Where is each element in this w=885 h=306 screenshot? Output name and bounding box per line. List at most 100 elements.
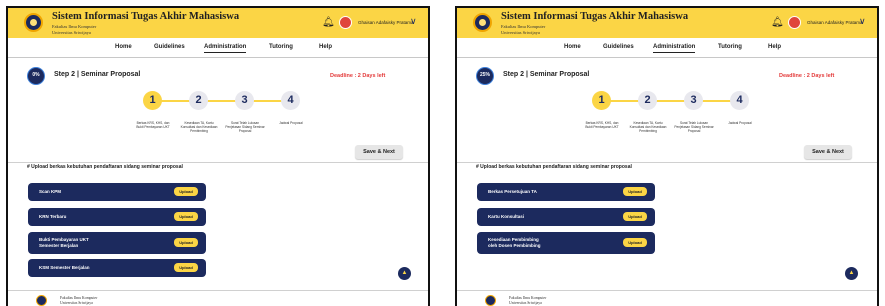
document-name: Kartu Konsultasi	[488, 214, 525, 219]
chevron-down-icon[interactable]: ∨	[410, 17, 417, 26]
step-3[interactable]: 3	[235, 91, 254, 110]
scroll-top-icon[interactable]: ▲	[845, 267, 858, 280]
document-name-line2: Semester Berjalan	[39, 242, 79, 248]
step-4-label: Jadwal Proposal	[728, 121, 752, 125]
app-title: Sistem Informasi Tugas Akhir Mahasiswa	[52, 11, 240, 22]
chevron-down-icon[interactable]: ∨	[859, 17, 866, 26]
footer-text: Fakultas Ilmu Komputer Universitas Sriwi…	[509, 296, 546, 305]
nav-administration[interactable]: Administration	[204, 42, 247, 53]
document-name: Bukti Pembayaran UKT Semester Berjalan	[39, 237, 89, 248]
upload-section-title: # Upload berkas kebutuhan pendaftaran si…	[27, 164, 183, 170]
bell-icon[interactable]: 🔔︎	[322, 18, 335, 28]
footer-logo-icon	[36, 295, 47, 306]
footer-divider	[457, 290, 877, 291]
step-3[interactable]: 3	[684, 91, 703, 110]
step-2-label: Kesediaan TA, Kartu Konsultasi dan Kesed…	[629, 121, 667, 133]
nav-tutoring[interactable]: Tutoring	[718, 42, 742, 52]
deadline-text: Deadline : 2 Days left	[779, 73, 835, 79]
nav-home[interactable]: Home	[564, 42, 581, 52]
app-subtitle: Fakultas Ilmu Komputer Universitas Sriwi…	[501, 24, 545, 35]
save-next-button[interactable]: Save & Next	[355, 145, 403, 159]
upload-button[interactable]: Upload	[623, 212, 647, 221]
step-4[interactable]: 4	[730, 91, 749, 110]
step-title: Step 2 | Seminar Proposal	[503, 71, 590, 78]
step-2[interactable]: 2	[638, 91, 657, 110]
avatar[interactable]	[339, 16, 352, 29]
step-1-label: Berkas KRS, KHS, dan Bukti Pembayaran UK…	[585, 121, 619, 129]
document-card: KSM Semester Berjalan Upload	[28, 259, 206, 277]
footer-line1: Fakultas Ilmu Komputer	[509, 296, 547, 300]
nav-tutoring[interactable]: Tutoring	[269, 42, 293, 52]
footer-divider	[8, 290, 428, 291]
upload-button[interactable]: Upload	[623, 238, 647, 247]
document-card: Kesediaan Pembimbing oleh Dosen Pembimbi…	[477, 232, 655, 254]
document-name: KSM Semester Berjalan	[39, 265, 90, 270]
scroll-top-icon[interactable]: ▲	[398, 267, 411, 280]
step-3-label: Surat Telah Lulusan Penjelasan Sidang Se…	[674, 121, 714, 133]
section-divider	[8, 162, 428, 163]
document-name: Kesediaan Pembimbing oleh Dosen Pembimbi…	[488, 237, 541, 248]
screenshot-canvas: Sistem Informasi Tugas Akhir Mahasiswa F…	[0, 0, 885, 306]
app-subtitle-line1: Fakultas Ilmu Komputer	[501, 24, 546, 29]
app-subtitle-line2: Universitas Sriwijaya	[52, 29, 91, 35]
bell-icon[interactable]: 🔔︎	[771, 18, 784, 28]
step-2[interactable]: 2	[189, 91, 208, 110]
progress-indicator: 0%	[27, 67, 45, 85]
nav-divider	[8, 57, 428, 58]
document-card: Scan KPM Upload	[28, 183, 206, 201]
logo-icon[interactable]	[24, 13, 43, 32]
footer-text: Fakultas Ilmu Komputer Universitas Sriwi…	[60, 296, 97, 305]
header-bar: Sistem Informasi Tugas Akhir Mahasiswa F…	[457, 8, 877, 38]
document-card: KRN Terbaru Upload	[28, 208, 206, 226]
upload-button[interactable]: Upload	[174, 263, 198, 272]
nav-administration[interactable]: Administration	[653, 42, 696, 53]
username[interactable]: Ghaisan Adafaisky Pratama	[358, 20, 414, 25]
upload-button[interactable]: Upload	[174, 187, 198, 196]
header-bar: Sistem Informasi Tugas Akhir Mahasiswa F…	[8, 8, 428, 38]
step-3-label: Surat Telah Lulusan Penjelasan Sidang Se…	[225, 121, 265, 133]
main-nav: Home Guidelines Administration Tutoring …	[8, 42, 428, 54]
save-next-button[interactable]: Save & Next	[804, 145, 852, 159]
step-1[interactable]: 1	[143, 91, 162, 110]
footer-logo-icon	[485, 295, 496, 306]
deadline-text: Deadline : 2 Days left	[330, 73, 386, 79]
document-name: Scan KPM	[39, 189, 62, 194]
document-name: Berkas Persetujuan TA	[488, 189, 537, 194]
app-subtitle-line2: Universitas Sriwijaya	[501, 29, 540, 35]
nav-help[interactable]: Help	[768, 42, 781, 52]
stepper-line	[153, 100, 291, 102]
upload-section-title: # Upload berkas kebutuhan pendaftaran si…	[476, 164, 632, 170]
footer-line2: Universitas Sriwijaya	[60, 300, 93, 305]
logo-icon[interactable]	[473, 13, 492, 32]
document-name: KRN Terbaru	[39, 214, 67, 219]
document-name-line1: Bukti Pembayaran UKT	[39, 237, 89, 242]
progress-indicator: 25%	[476, 67, 494, 85]
app-title: Sistem Informasi Tugas Akhir Mahasiswa	[501, 11, 689, 22]
step-1-label: Berkas KRS, KHS, dan Bukti Pembayaran UK…	[136, 121, 170, 129]
panel-step2-0: Sistem Informasi Tugas Akhir Mahasiswa F…	[6, 6, 430, 306]
upload-button[interactable]: Upload	[174, 212, 198, 221]
document-card: Berkas Persetujuan TA Upload	[477, 183, 655, 201]
upload-button[interactable]: Upload	[623, 187, 647, 196]
footer-line2: Universitas Sriwijaya	[509, 300, 542, 305]
step-4[interactable]: 4	[281, 91, 300, 110]
username[interactable]: Ghaisan Adafaisky Pratama	[807, 20, 863, 25]
step-2-label: Kesediaan TA, Kartu Konsultasi dan Kesed…	[180, 121, 218, 133]
step-1[interactable]: 1	[592, 91, 611, 110]
stepper-line	[602, 100, 740, 102]
section-divider	[457, 162, 877, 163]
step-4-label: Jadwal Proposal	[279, 121, 303, 125]
nav-home[interactable]: Home	[115, 42, 132, 52]
document-card: Kartu Konsultasi Upload	[477, 208, 655, 226]
nav-help[interactable]: Help	[319, 42, 332, 52]
document-name-line2: oleh Dosen Pembimbing	[488, 242, 541, 248]
footer-line1: Fakultas Ilmu Komputer	[60, 296, 98, 300]
upload-button[interactable]: Upload	[174, 238, 198, 247]
nav-guidelines[interactable]: Guidelines	[603, 42, 634, 52]
document-card: Bukti Pembayaran UKT Semester Berjalan U…	[28, 232, 206, 254]
nav-divider	[457, 57, 877, 58]
avatar[interactable]	[788, 16, 801, 29]
step-title: Step 2 | Seminar Proposal	[54, 71, 141, 78]
app-subtitle: Fakultas Ilmu Komputer Universitas Sriwi…	[52, 24, 96, 35]
nav-guidelines[interactable]: Guidelines	[154, 42, 185, 52]
